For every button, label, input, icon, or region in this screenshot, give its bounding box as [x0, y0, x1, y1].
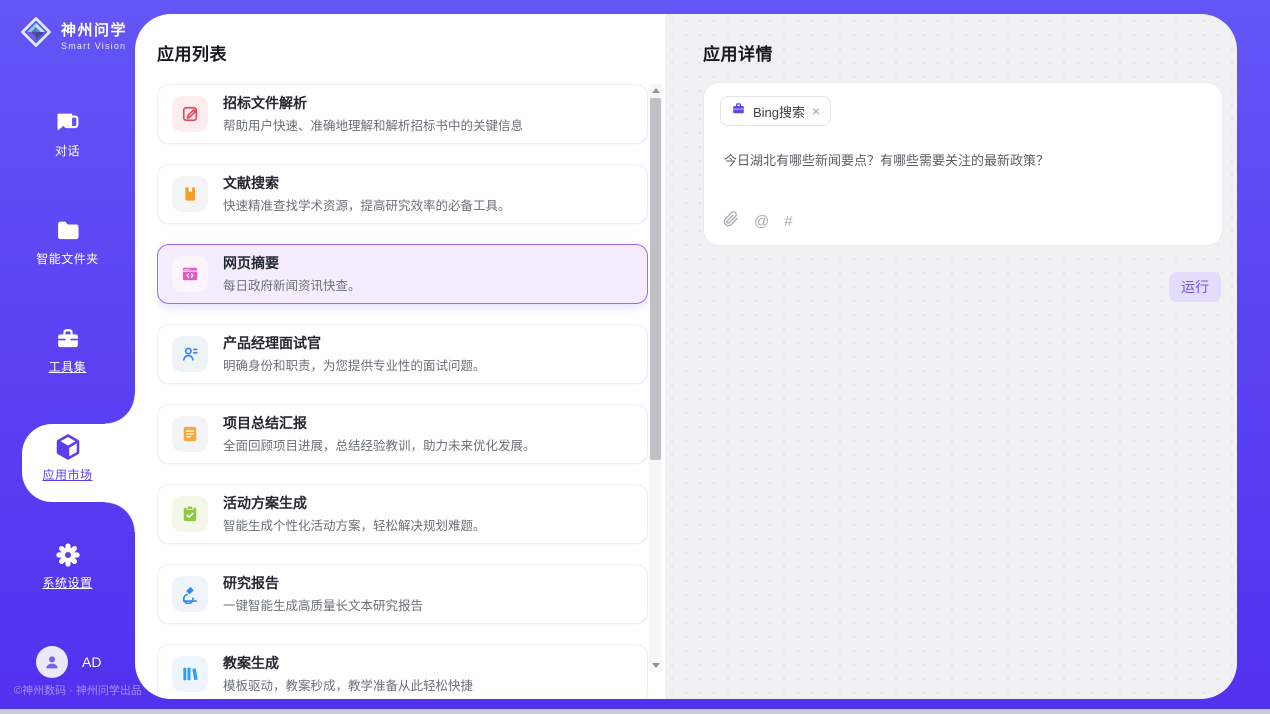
app-card[interactable]: 项目总结汇报 全面回顾项目进展，总结经验教训，助力未来优化发展。	[157, 404, 648, 464]
input-toolbar: @ #	[723, 211, 793, 232]
report-note-icon	[172, 416, 208, 452]
mention-icon[interactable]: @	[754, 214, 769, 230]
app-detail-title: 应用详情	[703, 40, 773, 65]
app-card[interactable]: 网页摘要 每日政府新闻资讯快查。	[157, 244, 648, 304]
app-card-title: 文献搜索	[223, 174, 511, 193]
app-card[interactable]: 活动方案生成 智能生成个性化活动方案，轻松解决规划难题。	[157, 484, 648, 544]
app-card-description: 智能生成个性化活动方案，轻松解决规划难题。	[223, 515, 486, 534]
app-card[interactable]: 产品经理面试官 明确身份和职责，为您提供专业性的面试问题。	[157, 324, 648, 384]
scroll-down-button[interactable]	[649, 659, 662, 672]
app-list-panel: 应用列表 招标文件解析 帮助用户快速、准确地理解和解析招标书中的关键信息 文献搜…	[135, 14, 665, 699]
user-avatar	[36, 646, 68, 678]
edit-document-icon	[172, 96, 208, 132]
sidebar-item-smart-folders[interactable]: 智能文件夹	[0, 216, 135, 274]
folder-icon	[53, 216, 83, 246]
hash-icon[interactable]: #	[784, 214, 792, 230]
sidebar: 神州问学 Smart Vision 对话	[0, 0, 135, 709]
toolbox-icon	[53, 324, 83, 354]
app-detail-panel: 应用详情 Bing搜索 × 今日湖北有哪些新闻要点？有哪些需要关注的最新政策？	[665, 14, 1237, 699]
scrollbar-thumb[interactable]	[650, 98, 661, 460]
app-card-description: 模板驱动，教案秒成，教学准备从此轻松快捷	[223, 675, 473, 694]
prompt-input-card[interactable]: Bing搜索 × 今日湖北有哪些新闻要点？有哪些需要关注的最新政策？ @ #	[703, 82, 1223, 246]
app-window: 神州问学 Smart Vision 对话	[0, 0, 1270, 709]
chat-icon	[53, 108, 83, 138]
app-card-list: 招标文件解析 帮助用户快速、准确地理解和解析招标书中的关键信息 文献搜索 快速精…	[157, 84, 648, 699]
microscope-icon	[172, 576, 208, 612]
logo-diamond-icon	[18, 14, 54, 55]
bubble-notch-top	[105, 394, 135, 424]
user-account[interactable]: AD	[36, 646, 101, 678]
tool-tag-label: Bing搜索	[753, 102, 805, 121]
main-panel: 应用列表 招标文件解析 帮助用户快速、准确地理解和解析招标书中的关键信息 文献搜…	[135, 14, 1237, 699]
app-card-title: 活动方案生成	[223, 494, 486, 513]
sidebar-item-settings[interactable]: 系统设置	[0, 540, 135, 598]
scroll-up-button[interactable]	[649, 84, 662, 97]
app-card[interactable]: 研究报告 一键智能生成高质量长文本研究报告	[157, 564, 648, 624]
books-icon	[172, 656, 208, 692]
app-card-description: 帮助用户快速、准确地理解和解析招标书中的关键信息	[223, 115, 523, 134]
app-card-description: 快速精准查找学术资源，提高研究效率的必备工具。	[223, 195, 511, 214]
sidebar-item-label: 工具集	[49, 358, 87, 375]
app-card-title: 教案生成	[223, 654, 473, 673]
app-card[interactable]: 文献搜索 快速精准查找学术资源，提高研究效率的必备工具。	[157, 164, 648, 224]
list-scrollbar[interactable]	[649, 84, 662, 672]
app-card[interactable]: 招标文件解析 帮助用户快速、准确地理解和解析招标书中的关键信息	[157, 84, 648, 144]
app-card-title: 招标文件解析	[223, 94, 523, 113]
sidebar-item-label: 对话	[55, 142, 80, 159]
app-card-title: 网页摘要	[223, 254, 361, 273]
query-text[interactable]: 今日湖北有哪些新闻要点？有哪些需要关注的最新政策？	[724, 151, 1204, 170]
app-list-title: 应用列表	[157, 40, 227, 65]
user-initials: AD	[82, 654, 101, 670]
sidebar-item-label: 系统设置	[42, 574, 92, 591]
app-card-title: 研究报告	[223, 574, 423, 593]
close-icon[interactable]: ×	[812, 104, 820, 118]
app-card[interactable]: 教案生成 模板驱动，教案秒成，教学准备从此轻松快捷	[157, 644, 648, 699]
sidebar-item-label: 智能文件夹	[36, 250, 99, 267]
bubble-notch-bottom	[105, 502, 135, 532]
bottom-edge-strip	[0, 709, 1270, 714]
app-card-description: 一键智能生成高质量长文本研究报告	[223, 595, 423, 614]
gear-icon	[53, 540, 83, 570]
logo-title: 神州问学	[61, 19, 127, 40]
run-button[interactable]: 运行	[1169, 272, 1221, 302]
app-card-description: 每日政府新闻资讯快查。	[223, 275, 361, 294]
tool-tag-bing-search[interactable]: Bing搜索 ×	[720, 96, 831, 126]
sidebar-item-toolset[interactable]: 工具集	[0, 324, 135, 382]
copyright-text: ©神州数码 · 神州问学出品	[14, 682, 142, 698]
interviewer-icon	[172, 336, 208, 372]
sidebar-item-app-market[interactable]: 应用市场	[0, 432, 135, 490]
briefcase-icon	[731, 101, 746, 121]
app-card-description: 全面回顾项目进展，总结经验教训，助力未来优化发展。	[223, 435, 536, 454]
cube-icon	[53, 432, 83, 462]
app-card-description: 明确身份和职责，为您提供专业性的面试问题。	[223, 355, 486, 374]
clipboard-check-icon	[172, 496, 208, 532]
paperclip-icon[interactable]	[723, 211, 739, 232]
sidebar-item-label: 应用市场	[42, 466, 92, 483]
app-logo: 神州问学 Smart Vision	[18, 14, 127, 55]
logo-subtitle: Smart Vision	[61, 41, 127, 51]
person-icon	[43, 653, 61, 671]
app-card-title: 项目总结汇报	[223, 414, 536, 433]
sidebar-nav: 对话 智能文件夹 工具	[0, 108, 135, 648]
book-icon	[172, 176, 208, 212]
sidebar-item-chat[interactable]: 对话	[0, 108, 135, 166]
app-card-title: 产品经理面试官	[223, 334, 486, 353]
browser-code-icon	[172, 256, 208, 292]
